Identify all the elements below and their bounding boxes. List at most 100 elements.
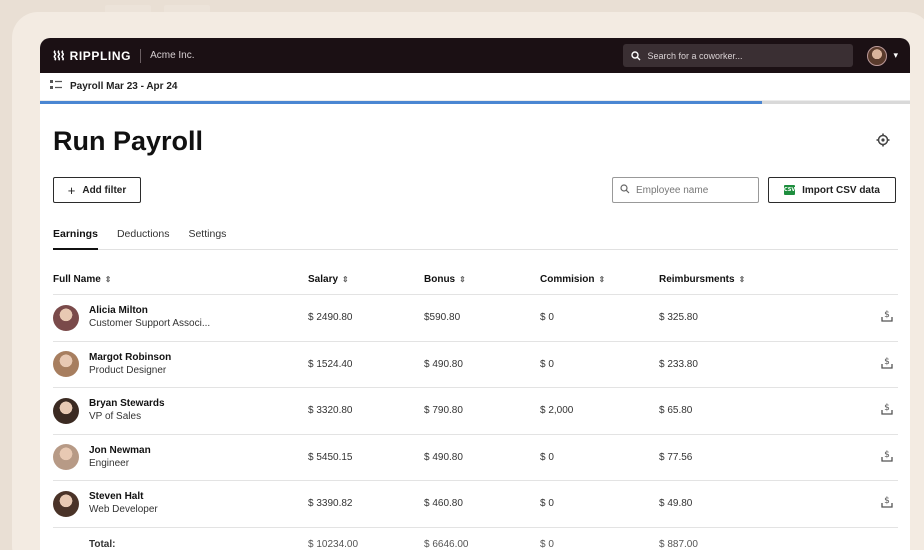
row-actions: $ — [879, 449, 898, 466]
column-bonus[interactable]: Bonus ⇕ — [424, 274, 540, 285]
commission-cell[interactable]: $ 0 — [540, 452, 659, 463]
table-row[interactable]: Steven Halt Web Developer $ 3390.82 $ 460… — [53, 481, 898, 528]
column-label: Reimbursments — [659, 273, 735, 285]
table-row[interactable]: Alicia Milton Customer Support Associ... … — [53, 295, 898, 342]
brand-logo[interactable]: ⌇⌇⌇ RIPPLING — [52, 49, 131, 63]
commission-cell[interactable]: $ 0 — [540, 312, 659, 323]
payroll-table: Full Name ⇕ Salary ⇕ Bonus ⇕ Commision ⇕ Rei… — [53, 264, 898, 550]
employee-cell: Margot Robinson Product Designer — [53, 351, 308, 378]
sort-icon[interactable]: ⇕ — [739, 275, 746, 284]
total-reimbursements: $ 887.00 — [659, 538, 698, 550]
table-row[interactable]: Jon Newman Engineer $ 5450.15 $ 490.80 $ … — [53, 435, 898, 481]
payout-icon[interactable]: $ — [880, 356, 894, 373]
avatar — [53, 444, 79, 471]
bonus-cell[interactable]: $ 790.80 — [424, 405, 540, 416]
salary-cell[interactable]: $ 1524.40 — [308, 359, 424, 370]
brand-name: RIPPLING — [69, 48, 132, 63]
reimbursements-cell[interactable]: $ 65.80 — [659, 405, 879, 416]
reimbursements-cell[interactable]: $ 77.56 — [659, 452, 879, 463]
salary-cell[interactable]: $ 2490.80 — [308, 312, 424, 323]
employee-cell: Alicia Milton Customer Support Associ... — [53, 304, 308, 331]
employee-name[interactable]: Jon Newman — [89, 444, 151, 457]
column-label: Full Name — [53, 273, 101, 285]
total-commission: $ 0 — [540, 538, 554, 550]
table-header: Full Name ⇕ Salary ⇕ Bonus ⇕ Commision ⇕ Rei… — [53, 264, 898, 295]
svg-text:$: $ — [884, 357, 890, 367]
bonus-cell[interactable]: $ 490.80 — [424, 359, 540, 370]
payout-icon[interactable]: $ — [880, 495, 894, 512]
csv-file-icon: CSV — [783, 185, 796, 195]
row-actions: $ — [879, 356, 898, 373]
salary-cell[interactable]: $ 3320.80 — [308, 405, 424, 416]
column-label: Commision — [540, 273, 595, 285]
employee-name[interactable]: Steven Halt — [89, 490, 158, 503]
import-csv-label: Import CSV data — [802, 184, 880, 196]
svg-text:$: $ — [884, 450, 890, 460]
plus-icon: + — [67, 182, 76, 198]
column-full-name[interactable]: Full Name ⇕ — [53, 274, 308, 285]
employee-cell: Bryan Stewards VP of Sales — [53, 397, 308, 424]
top-bar: ⌇⌇⌇ RIPPLING Acme Inc. Search for a cowo… — [40, 38, 910, 73]
table-row[interactable]: Bryan Stewards VP of Sales $ 3320.80 $ 79… — [53, 388, 898, 435]
add-filter-button[interactable]: + Add filter — [53, 177, 141, 203]
tab-bar: Earnings Deductions Settings — [53, 226, 898, 250]
reimbursements-cell[interactable]: $ 325.80 — [659, 312, 879, 323]
row-actions: $ — [879, 402, 898, 419]
search-placeholder: Search for a coworker... — [647, 50, 743, 61]
search-icon — [631, 50, 641, 61]
employee-name[interactable]: Alicia Milton — [89, 304, 210, 317]
avatar — [53, 397, 79, 424]
payroll-breadcrumb: Payroll Mar 23 - Apr 24 — [40, 73, 910, 101]
employee-cell: Jon Newman Engineer — [53, 444, 308, 471]
reimbursements-cell[interactable]: $ 233.80 — [659, 359, 879, 370]
import-csv-button[interactable]: CSV Import CSV data — [768, 177, 896, 203]
total-label: Total: — [89, 538, 116, 550]
payout-icon[interactable]: $ — [880, 402, 894, 419]
user-avatar[interactable] — [867, 45, 888, 66]
sort-icon[interactable]: ⇕ — [598, 275, 605, 284]
sort-icon[interactable]: ⇕ — [105, 275, 112, 284]
commission-cell[interactable]: $ 2,000 — [540, 405, 659, 416]
sort-icon[interactable]: ⇕ — [459, 275, 466, 284]
tab-deductions[interactable]: Deductions — [117, 226, 170, 249]
commission-cell[interactable]: $ 0 — [540, 498, 659, 509]
sort-icon[interactable]: ⇕ — [342, 275, 349, 284]
tab-earnings[interactable]: Earnings — [53, 226, 98, 250]
salary-cell[interactable]: $ 5450.15 — [308, 452, 424, 463]
employee-role: VP of Sales — [89, 411, 142, 423]
employee-search-input[interactable]: Employee name — [612, 177, 759, 203]
list-icon[interactable] — [50, 80, 62, 93]
column-reimbursements[interactable]: Reimbursments ⇕ — [659, 274, 879, 285]
search-icon — [620, 183, 630, 197]
table-row[interactable]: Margot Robinson Product Designer $ 1524.4… — [53, 342, 898, 388]
total-row: Total: $ 10234.00 $ 6646.00 $ 0 $ 887.00 — [53, 528, 898, 550]
chevron-down-icon[interactable]: ▾ — [893, 50, 898, 61]
commission-cell[interactable]: $ 0 — [540, 359, 659, 370]
employee-name[interactable]: Margot Robinson — [89, 351, 171, 364]
salary-cell[interactable]: $ 3390.82 — [308, 498, 424, 509]
bonus-cell[interactable]: $ 460.80 — [424, 498, 540, 509]
payout-icon[interactable]: $ — [880, 309, 894, 326]
payroll-progress-bar — [40, 101, 910, 104]
gear-icon[interactable] — [876, 133, 890, 152]
reimbursements-cell[interactable]: $ 49.80 — [659, 498, 879, 509]
page-title: Run Payroll — [53, 126, 204, 156]
column-salary[interactable]: Salary ⇕ — [308, 274, 424, 285]
svg-text:$: $ — [884, 496, 890, 506]
column-label: Bonus — [424, 273, 456, 285]
employee-name[interactable]: Bryan Stewards — [89, 397, 165, 410]
column-label: Salary — [308, 273, 339, 285]
employee-placeholder: Employee name — [636, 184, 709, 196]
bonus-cell[interactable]: $590.80 — [424, 312, 540, 323]
total-bonus: $ 6646.00 — [424, 538, 469, 550]
avatar — [53, 351, 79, 378]
coworker-search[interactable]: Search for a coworker... — [623, 44, 854, 67]
bonus-cell[interactable]: $ 490.80 — [424, 452, 540, 463]
svg-text:$: $ — [884, 403, 890, 413]
svg-text:$: $ — [884, 310, 890, 320]
row-actions: $ — [879, 495, 898, 512]
tab-settings[interactable]: Settings — [188, 226, 226, 249]
column-commission[interactable]: Commision ⇕ — [540, 274, 659, 285]
employee-role: Web Developer — [89, 504, 158, 516]
payout-icon[interactable]: $ — [880, 449, 894, 466]
